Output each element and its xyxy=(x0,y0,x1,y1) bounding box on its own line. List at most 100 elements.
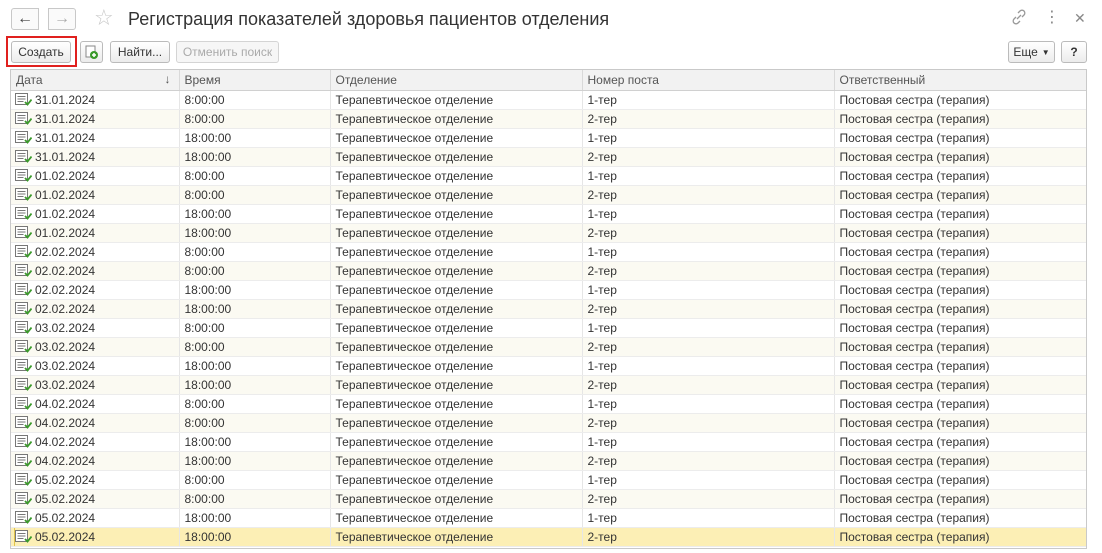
vertical-dots-icon[interactable]: ⋮ xyxy=(1044,9,1060,27)
cell-post[interactable]: 1-тер xyxy=(582,204,835,224)
cell-time[interactable]: 18:00:00 xyxy=(179,508,331,528)
cell-department[interactable]: Терапевтическое отделение xyxy=(330,261,583,281)
cell-post[interactable]: 2-тер xyxy=(582,451,835,471)
cell-time[interactable]: 8:00:00 xyxy=(179,185,331,205)
column-header-responsible[interactable]: Ответственный xyxy=(834,70,1086,91)
cell-responsible[interactable]: Постовая сестра (терапия) xyxy=(834,147,1086,167)
table-row[interactable]: 31.01.2024 18:00:00 Терапевтическое отделе… xyxy=(11,128,1086,148)
cell-responsible[interactable]: Постовая сестра (терапия) xyxy=(834,280,1086,300)
forward-button[interactable]: → xyxy=(48,8,76,30)
help-button[interactable]: ? xyxy=(1061,41,1087,63)
cell-date[interactable]: 01.02.2024 xyxy=(11,223,180,243)
cell-post[interactable]: 2-тер xyxy=(582,223,835,243)
cell-department[interactable]: Терапевтическое отделение xyxy=(330,147,583,167)
records-table[interactable]: Дата ↓ Время Отделение Номер поста Ответ… xyxy=(10,69,1087,549)
cell-date[interactable]: 05.02.2024 xyxy=(11,508,180,528)
cell-post[interactable]: 1-тер xyxy=(582,394,835,414)
table-row[interactable]: 03.02.2024 18:00:00 Терапевтическое отделе… xyxy=(11,356,1086,376)
cell-time[interactable]: 18:00:00 xyxy=(179,356,331,376)
cell-time[interactable]: 18:00:00 xyxy=(179,128,331,148)
cell-responsible[interactable]: Постовая сестра (терапия) xyxy=(834,489,1086,509)
cell-post[interactable]: 1-тер xyxy=(582,318,835,338)
cell-time[interactable]: 8:00:00 xyxy=(179,337,331,357)
cell-department[interactable]: Терапевтическое отделение xyxy=(330,432,583,452)
cell-post[interactable]: 1-тер xyxy=(582,280,835,300)
cell-department[interactable]: Терапевтическое отделение xyxy=(330,451,583,471)
cell-post[interactable]: 2-тер xyxy=(582,185,835,205)
cell-responsible[interactable]: Постовая сестра (терапия) xyxy=(834,261,1086,281)
cell-date[interactable]: 03.02.2024 xyxy=(11,356,180,376)
table-row[interactable]: 31.01.2024 18:00:00 Терапевтическое отделе… xyxy=(11,147,1086,167)
link-icon[interactable] xyxy=(1011,9,1027,30)
table-row[interactable]: 04.02.2024 18:00:00 Терапевтическое отделе… xyxy=(11,451,1086,471)
cell-department[interactable]: Терапевтическое отделение xyxy=(330,242,583,262)
cell-post[interactable]: 2-тер xyxy=(582,299,835,319)
cell-date[interactable]: 02.02.2024 xyxy=(11,242,180,262)
table-row[interactable]: 05.02.2024 18:00:00 Терапевтическое отделе… xyxy=(11,508,1086,528)
column-header-date[interactable]: Дата ↓ xyxy=(11,70,180,91)
table-row[interactable]: 05.02.2024 8:00:00 Терапевтическое отделен… xyxy=(11,470,1086,490)
cell-time[interactable]: 8:00:00 xyxy=(179,394,331,414)
cell-department[interactable]: Терапевтическое отделение xyxy=(330,185,583,205)
column-header-time[interactable]: Время xyxy=(179,70,331,91)
cell-department[interactable]: Терапевтическое отделение xyxy=(330,394,583,414)
cell-post[interactable]: 1-тер xyxy=(582,432,835,452)
create-button[interactable]: Создать xyxy=(11,41,71,63)
table-row[interactable]: 01.02.2024 8:00:00 Терапевтическое отделен… xyxy=(11,185,1086,205)
cell-responsible[interactable]: Постовая сестра (терапия) xyxy=(834,413,1086,433)
cell-post[interactable]: 1-тер xyxy=(582,128,835,148)
cell-date[interactable]: 02.02.2024 xyxy=(11,299,180,319)
table-row[interactable]: 03.02.2024 8:00:00 Терапевтическое отделен… xyxy=(11,318,1086,338)
cell-responsible[interactable]: Постовая сестра (терапия) xyxy=(834,299,1086,319)
cell-responsible[interactable]: Постовая сестра (терапия) xyxy=(834,375,1086,395)
cell-time[interactable]: 18:00:00 xyxy=(179,375,331,395)
cell-date[interactable]: 31.01.2024 xyxy=(11,147,180,167)
cell-date[interactable]: 05.02.2024 xyxy=(11,489,180,509)
close-icon[interactable]: ✕ xyxy=(1074,9,1086,27)
table-row[interactable]: 31.01.2024 8:00:00 Терапевтическое отделен… xyxy=(11,90,1086,110)
back-button[interactable]: ← xyxy=(11,8,39,30)
cell-date[interactable]: 03.02.2024 xyxy=(11,318,180,338)
cell-post[interactable]: 1-тер xyxy=(582,470,835,490)
table-row[interactable]: 01.02.2024 8:00:00 Терапевтическое отделен… xyxy=(11,166,1086,186)
cell-post[interactable]: 2-тер xyxy=(582,489,835,509)
cell-post[interactable]: 2-тер xyxy=(582,337,835,357)
cell-time[interactable]: 8:00:00 xyxy=(179,90,331,110)
cell-post[interactable]: 2-тер xyxy=(582,375,835,395)
cell-date[interactable]: 05.02.2024 xyxy=(11,470,180,490)
star-icon[interactable]: ☆ xyxy=(94,5,114,31)
cell-time[interactable]: 18:00:00 xyxy=(179,204,331,224)
cell-post[interactable]: 1-тер xyxy=(582,508,835,528)
cell-time[interactable]: 8:00:00 xyxy=(179,470,331,490)
cell-time[interactable]: 18:00:00 xyxy=(179,280,331,300)
cell-department[interactable]: Терапевтическое отделение xyxy=(330,90,583,110)
cell-time[interactable]: 8:00:00 xyxy=(179,261,331,281)
cell-responsible[interactable]: Постовая сестра (терапия) xyxy=(834,128,1086,148)
cell-post[interactable]: 2-тер xyxy=(582,109,835,129)
cell-post[interactable]: 1-тер xyxy=(582,356,835,376)
cell-responsible[interactable]: Постовая сестра (терапия) xyxy=(834,166,1086,186)
cell-responsible[interactable]: Постовая сестра (терапия) xyxy=(834,109,1086,129)
cell-department[interactable]: Терапевтическое отделение xyxy=(330,337,583,357)
table-row[interactable]: 01.02.2024 18:00:00 Терапевтическое отделе… xyxy=(11,204,1086,224)
cell-time[interactable]: 8:00:00 xyxy=(179,109,331,129)
cell-post[interactable]: 1-тер xyxy=(582,242,835,262)
cell-time[interactable]: 8:00:00 xyxy=(179,166,331,186)
cell-time[interactable]: 18:00:00 xyxy=(179,451,331,471)
column-header-department[interactable]: Отделение xyxy=(330,70,583,91)
cell-date[interactable]: 04.02.2024 xyxy=(11,451,180,471)
cell-responsible[interactable]: Постовая сестра (терапия) xyxy=(834,508,1086,528)
cell-post[interactable]: 1-тер xyxy=(582,90,835,110)
table-row[interactable]: 04.02.2024 8:00:00 Терапевтическое отделен… xyxy=(11,394,1086,414)
cell-time[interactable]: 18:00:00 xyxy=(179,147,331,167)
cell-responsible[interactable]: Постовая сестра (терапия) xyxy=(834,185,1086,205)
table-row[interactable]: 05.02.2024 18:00:00 Терапевтическое отделе… xyxy=(11,527,1086,547)
table-row[interactable]: 02.02.2024 8:00:00 Терапевтическое отделен… xyxy=(11,261,1086,281)
cell-department[interactable]: Терапевтическое отделение xyxy=(330,166,583,186)
cell-post[interactable]: 2-тер xyxy=(582,261,835,281)
cell-responsible[interactable]: Постовая сестра (терапия) xyxy=(834,318,1086,338)
cell-time[interactable]: 18:00:00 xyxy=(179,432,331,452)
table-row[interactable]: 02.02.2024 8:00:00 Терапевтическое отделен… xyxy=(11,242,1086,262)
cell-post[interactable]: 2-тер xyxy=(582,527,835,547)
cell-date[interactable]: 04.02.2024 xyxy=(11,413,180,433)
